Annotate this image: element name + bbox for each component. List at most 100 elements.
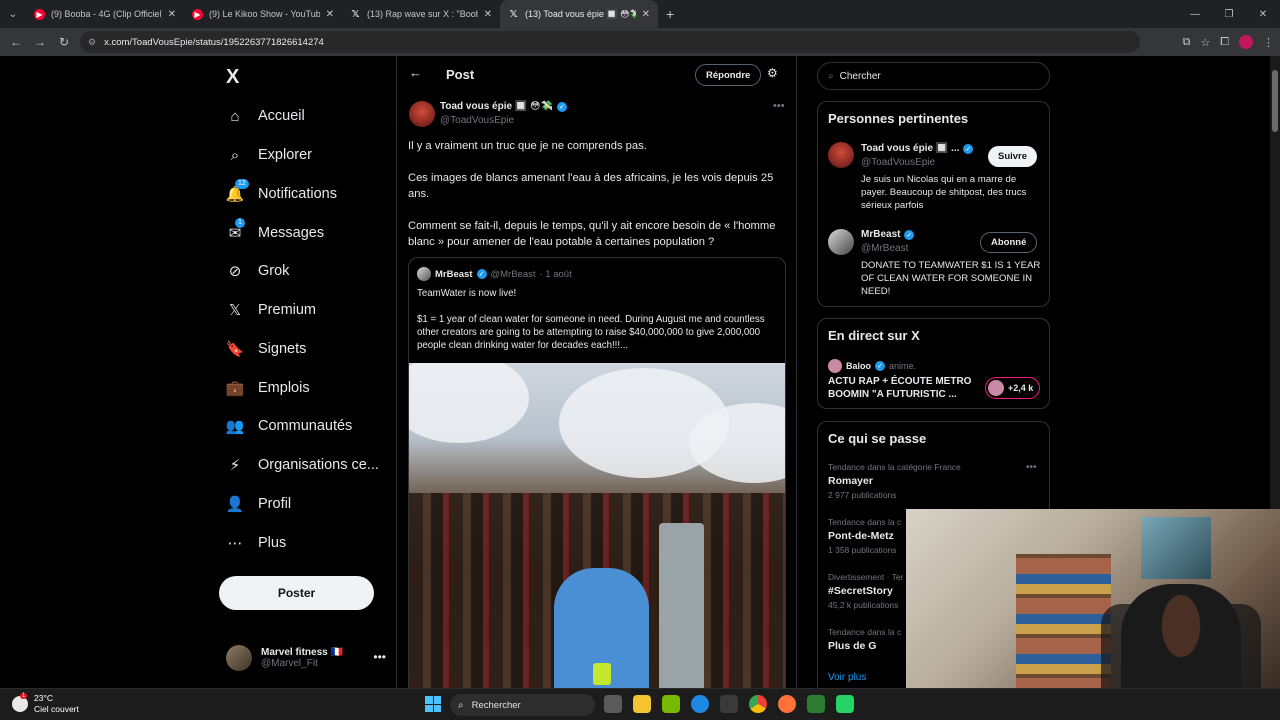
more-icon[interactable]: ••• (373, 650, 386, 664)
trend-name[interactable]: #SecretStory (828, 585, 893, 597)
avatar[interactable] (828, 142, 854, 168)
quoted-tweet[interactable]: MrBeast ✓ @MrBeast · 1 août TeamWater is… (408, 257, 786, 688)
nav-item-plus[interactable]: ⋯ Plus (226, 528, 287, 558)
nav-item-premium[interactable]: 𝕏 Premium (226, 295, 316, 325)
xbox-icon[interactable] (807, 695, 825, 713)
following-button[interactable]: Abonné (980, 232, 1038, 253)
see-more-link[interactable]: Voir plus (828, 672, 866, 683)
scrollbar-thumb[interactable] (1272, 70, 1278, 132)
task-view-icon[interactable] (604, 695, 622, 713)
author-name[interactable]: Toad vous épie 🔲 😳💸 ✓ (440, 101, 567, 112)
nvidia-icon[interactable] (662, 695, 680, 713)
browser-tab[interactable]: ▶ (9) Booba - 4G (Clip Officiel) - YouTu… (26, 0, 184, 28)
firefox-icon[interactable] (778, 695, 796, 713)
avatar[interactable] (828, 229, 854, 255)
tab-search-icon[interactable]: ⌄ (0, 0, 26, 28)
post-button[interactable]: Poster (219, 576, 374, 610)
nav-item-signets[interactable]: 🔖 Signets (226, 334, 307, 364)
nav-label: Plus (258, 535, 287, 551)
reload-icon[interactable]: ↻ (52, 35, 76, 49)
live-space-title[interactable]: ACTU RAP + ÉCOUTE METRO BOOMIN "A FUTURI… (828, 375, 978, 401)
more-icon[interactable]: ••• (1026, 462, 1037, 473)
follow-button[interactable]: Suivre (988, 146, 1038, 167)
post-header: ← Post Répondre ⚙ (397, 56, 796, 94)
whatsapp-icon[interactable] (836, 695, 854, 713)
nav-item-emplois[interactable]: 💼 Emplois (226, 373, 310, 403)
minimize-icon[interactable]: — (1178, 0, 1212, 28)
browser-tab-active[interactable]: 𝕏 (13) Toad vous épie 🔲 😳💸 sur X ✕ (500, 0, 658, 28)
site-info-icon[interactable]: ⚙ (88, 37, 96, 48)
live-listeners-pill[interactable]: +2,4 k (985, 377, 1041, 399)
browser-menu-icon[interactable]: ⋮ (1263, 36, 1274, 49)
account-handle: @Marvel_Fit (261, 658, 318, 669)
nav-item-organisations[interactable]: ⚡ Organisations ce... (226, 450, 379, 480)
avatar[interactable] (409, 101, 435, 127)
close-window-icon[interactable]: ✕ (1246, 0, 1280, 28)
more-icon[interactable]: ••• (773, 100, 785, 112)
close-icon[interactable]: ✕ (326, 9, 334, 20)
settings-sliders-icon[interactable]: ⚙ (767, 66, 778, 80)
close-icon[interactable]: ✕ (168, 9, 176, 20)
back-arrow-icon[interactable]: ← (409, 65, 422, 80)
address-bar[interactable]: ⚙ x.com/ToadVousEpie/status/195226377182… (80, 31, 1140, 53)
person-bio: Je suis un Nicolas qui en a marre de pay… (861, 174, 1027, 211)
bookmark-star-icon[interactable]: ☆ (1200, 36, 1210, 49)
person-handle[interactable]: @MrBeast (861, 243, 908, 254)
taskbar-search[interactable]: ⌕ Rechercher (450, 694, 595, 716)
install-app-icon[interactable]: ⧉ (1182, 36, 1190, 49)
left-navigation: X ⌂ Accueil ⌕ Explorer 🔔 12 Notifications… (218, 56, 396, 688)
x-premium-icon: 𝕏 (228, 302, 242, 319)
nav-label: Notifications (258, 186, 337, 202)
trend-count: 45,2 k publications (828, 600, 899, 610)
nav-item-accueil[interactable]: ⌂ Accueil (226, 101, 304, 131)
nav-item-messages[interactable]: ✉ 1 Messages (226, 218, 324, 248)
verified-badge-icon: ✓ (904, 229, 915, 240)
browser-tab[interactable]: 𝕏 (13) Rap wave sur X : "Booba a ✕ (342, 0, 500, 28)
nav-item-communautes[interactable]: 👥 Communautés (226, 411, 353, 441)
quote-image[interactable] (409, 363, 785, 688)
person-name-text: MrBeast (861, 229, 901, 240)
message-badge: 1 (235, 218, 245, 228)
reply-button[interactable]: Répondre (695, 64, 762, 86)
person-handle[interactable]: @ToadVousEpie (861, 157, 935, 168)
nav-item-profil[interactable]: 👤 Profil (226, 489, 291, 519)
person-name[interactable]: Toad vous épie 🔲 ... ✓ (861, 143, 974, 154)
file-explorer-icon[interactable] (633, 695, 651, 713)
x-logo-icon[interactable]: X (226, 66, 239, 89)
chrome-icon[interactable] (749, 695, 767, 713)
webcam-poster (1141, 517, 1211, 579)
nav-item-grok[interactable]: ⊘ Grok (226, 256, 290, 286)
panel-title: En direct sur X (828, 328, 920, 343)
maximize-icon[interactable]: ❐ (1212, 0, 1246, 28)
author-handle[interactable]: @ToadVousEpie (440, 115, 514, 126)
nav-label: Organisations ce... (258, 457, 379, 473)
person-name[interactable]: MrBeast ✓ (861, 229, 915, 240)
trend-name[interactable]: Pont-de-Metz (828, 530, 894, 542)
browser-tab[interactable]: ▶ (9) Le Kikoo Show - YouTube ✕ (184, 0, 342, 28)
store-icon[interactable] (720, 695, 738, 713)
youtube-icon: ▶ (34, 8, 45, 20)
notification-badge: 12 (235, 179, 249, 189)
edge-icon[interactable] (691, 695, 709, 713)
close-icon[interactable]: ✕ (484, 9, 492, 20)
trend-category: Tendance dans la catégorie France (828, 462, 961, 472)
windows-start-icon[interactable] (425, 696, 441, 712)
live-host[interactable]: Baloo ✓ anime. (828, 359, 916, 373)
back-icon[interactable]: ← (4, 35, 28, 49)
trend-name[interactable]: Plus de G (828, 640, 876, 652)
nav-item-explorer[interactable]: ⌕ Explorer (226, 140, 312, 170)
close-icon[interactable]: ✕ (642, 9, 650, 20)
nav-label: Premium (258, 302, 317, 318)
tweet-paragraph: Ces images de blancs amenant l'eau à des… (408, 172, 774, 200)
quote-author-handle: @MrBeast (490, 268, 536, 280)
extensions-icon[interactable]: ⧠ (1220, 36, 1229, 49)
nav-label: Profil (258, 496, 292, 512)
trend-name[interactable]: Romayer (828, 475, 873, 487)
search-input[interactable]: ⌕ Chercher (817, 62, 1050, 90)
new-tab-icon[interactable]: + (666, 6, 674, 22)
account-switcher[interactable]: Marvel fitness 🇫🇷 @Marvel_Fit ••• (226, 642, 386, 674)
nav-item-notifications[interactable]: 🔔 12 Notifications (226, 179, 337, 209)
weather-widget[interactable]: 1 23°C Ciel couvert (12, 693, 79, 715)
forward-icon[interactable]: → (28, 35, 52, 49)
profile-avatar[interactable] (1239, 35, 1253, 49)
